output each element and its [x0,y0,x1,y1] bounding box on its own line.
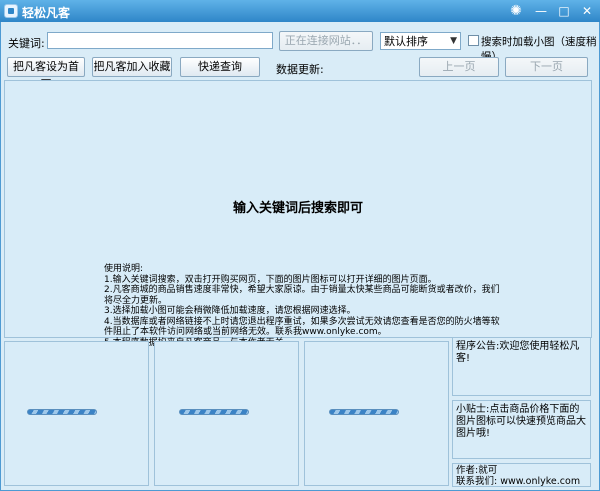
author-panel: 作者:就可 联系我们: www.onlyke.com [452,463,591,487]
thumbnail-checkbox[interactable] [468,35,479,46]
minimize-icon[interactable]: — [530,3,552,19]
search-prompt: 输入关键词后搜索即可 [232,201,363,216]
announcement-panel: 程序公告:欢迎您使用轻松凡客! [452,337,591,396]
quick-query-button[interactable]: 快递查询 [180,57,260,77]
author-text: 作者:就可 [456,465,498,476]
window-title: 轻松凡客 [22,6,71,20]
loading-bar [329,409,399,415]
prev-page-button[interactable]: 上一页 [419,57,499,77]
usage-line: 4.当数据库或者网络链接不上时请您退出程序重试，如果多次尝试无效请您查看是否您的… [104,316,500,327]
sort-select-value: 默认排序 [384,35,428,48]
usage-line: 件阻止了本软件访问网络或当前网络无效。联系我www.onlyke.com。 [104,327,387,337]
close-icon[interactable]: ✕ [576,3,598,19]
usage-line: 将尽全力更新。 [104,295,168,306]
skin-icon[interactable]: ✺ [505,3,527,19]
usage-instructions: 使用说明: 1.输入关键词搜索，双击打开购买网页，下面的图片图标可以打开详细的图… [104,264,500,348]
keyword-input[interactable] [47,32,273,49]
sort-select[interactable]: 默认排序 ▼ [380,32,461,50]
tip-panel: 小贴士:点击商品价格下面的图片图标可以快速预览商品大图片哦! [452,400,591,459]
usage-line: 1.输入关键词搜索，双击打开购买网页，下面的图片图标可以打开详细的图片页面。 [104,274,437,285]
usage-title: 使用说明: [104,264,144,274]
announcement-text: 程序公告:欢迎您使用轻松凡客! [456,341,580,364]
keyword-label: 关键词: [8,37,45,50]
add-favorite-button[interactable]: 把凡客加入收藏 [92,57,172,77]
contact-text[interactable]: 联系我们: www.onlyke.com [456,476,587,487]
loading-bar [179,409,249,415]
tip-text: 小贴士:点击商品价格下面的图片图标可以快速预览商品大图片哦! [456,404,586,439]
usage-line: 3.选择加载小图可能会稍微降低加载速度，请您根据网速选择。 [104,306,356,316]
loading-bar [27,409,97,415]
chevron-down-icon: ▼ [450,36,457,46]
usage-line: 2.凡客商城的商品销售速度非常快，希望大家原谅。由于销量太快某些商品可能断货或者… [104,285,500,295]
next-page-button[interactable]: 下一页 [505,57,588,77]
app-icon [4,4,18,18]
connecting-button[interactable]: 正在连接网站．． [279,31,373,51]
set-homepage-button[interactable]: 把凡客设为首页 [7,57,85,91]
maximize-icon[interactable]: □ [553,3,575,19]
data-update-label: 数据更新: [276,63,324,76]
